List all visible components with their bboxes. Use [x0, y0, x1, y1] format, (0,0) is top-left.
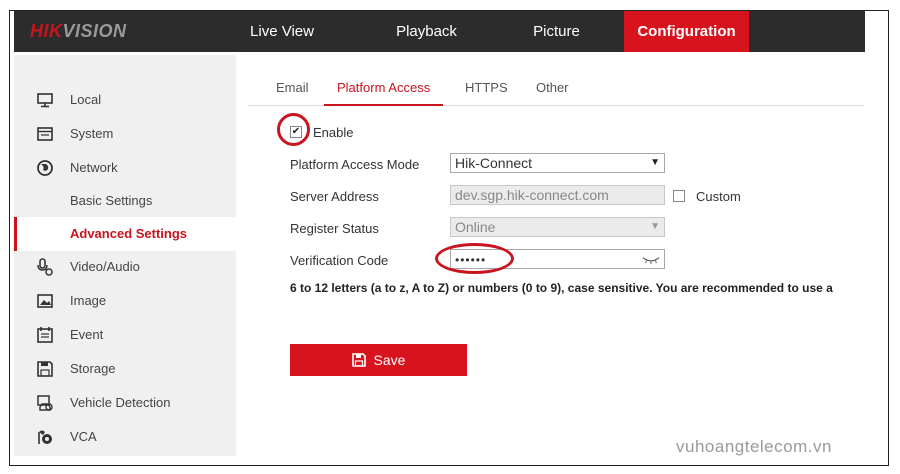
- watermark: vuhoangtelecom.vn: [676, 437, 832, 456]
- tab-platform-access[interactable]: Platform Access: [324, 80, 444, 106]
- sidebar: Local System Network Basic Settings Adva…: [14, 55, 236, 456]
- sidebar-item-label: Advanced Settings: [70, 226, 188, 241]
- sidebar-item-label: Basic Settings: [70, 193, 153, 208]
- sidebar-item-event[interactable]: Event: [14, 318, 236, 352]
- dropdown-arrow-icon: ▼: [650, 221, 660, 232]
- nav-live-view[interactable]: Live View: [242, 11, 322, 52]
- register-status-select: Online ▼: [450, 217, 665, 237]
- save-button[interactable]: Save: [290, 344, 467, 376]
- sidebar-item-network[interactable]: Network: [14, 151, 236, 185]
- sidebar-item-video-audio[interactable]: Video/Audio: [14, 250, 236, 284]
- sidebar-item-label: System: [70, 126, 114, 141]
- storage-icon: [37, 361, 53, 377]
- tab-https[interactable]: HTTPS: [465, 80, 508, 104]
- tab-other[interactable]: Other: [536, 80, 569, 104]
- sidebar-item-label: Local: [70, 92, 102, 107]
- video-audio-icon: [37, 258, 53, 276]
- platform-access-mode-select[interactable]: Hik-Connect ▼: [450, 153, 665, 173]
- sidebar-item-label: Vehicle Detection: [70, 395, 171, 410]
- sidebar-item-storage[interactable]: Storage: [14, 352, 236, 386]
- dropdown-arrow-icon: ▼: [650, 157, 660, 168]
- enable-label: Enable: [313, 125, 354, 140]
- sidebar-item-label: VCA: [70, 429, 97, 444]
- nav-configuration[interactable]: Configuration: [624, 11, 749, 52]
- sidebar-item-local[interactable]: Local: [14, 83, 236, 117]
- verification-code-label: Verification Code: [290, 253, 389, 268]
- highlight-circle-enable: [277, 113, 310, 146]
- nav-playback[interactable]: Playback: [379, 11, 474, 52]
- hikvision-logo: HIKVISION: [30, 21, 127, 41]
- sidebar-item-advanced-settings[interactable]: Advanced Settings: [14, 217, 236, 251]
- show-password-eye-icon[interactable]: [642, 255, 660, 264]
- highlight-circle-verification: [435, 243, 514, 274]
- register-status-label: Register Status: [290, 221, 379, 236]
- image-icon: [37, 294, 53, 308]
- sidebar-item-label: Network: [70, 160, 118, 175]
- verification-code-hint: 6 to 12 letters (a to z, A to Z) or numb…: [290, 281, 833, 295]
- platform-access-mode-label: Platform Access Mode: [290, 157, 420, 172]
- event-icon: [37, 327, 53, 343]
- sidebar-item-label: Video/Audio: [70, 259, 140, 274]
- sidebar-item-vca[interactable]: VCA: [14, 420, 236, 454]
- custom-label: Custom: [696, 189, 741, 204]
- server-address-input[interactable]: dev.sgp.hik-connect.com: [450, 185, 665, 205]
- sidebar-item-label: Image: [70, 293, 107, 308]
- server-address-label: Server Address: [290, 189, 379, 204]
- tab-email[interactable]: Email: [276, 80, 309, 104]
- sidebar-item-label: Storage: [70, 361, 116, 376]
- vca-icon: [38, 430, 52, 444]
- vehicle-detection-icon: [37, 395, 53, 411]
- monitor-icon: [37, 93, 53, 108]
- sidebar-item-vehicle-detection[interactable]: Vehicle Detection: [14, 386, 236, 420]
- sidebar-item-basic-settings[interactable]: Basic Settings: [14, 184, 236, 218]
- config-tabs: Email Platform Access HTTPS Other: [248, 66, 864, 106]
- save-icon: [351, 353, 366, 367]
- sidebar-item-system[interactable]: System: [14, 117, 236, 151]
- sidebar-item-label: Event: [70, 327, 104, 342]
- custom-checkbox[interactable]: [673, 190, 685, 202]
- sidebar-item-image[interactable]: Image: [14, 284, 236, 318]
- system-icon: [37, 127, 53, 141]
- top-navigation-bar: HIKVISION Live View Playback Picture Con…: [14, 11, 865, 52]
- nav-picture[interactable]: Picture: [514, 11, 599, 52]
- globe-icon: [37, 160, 53, 176]
